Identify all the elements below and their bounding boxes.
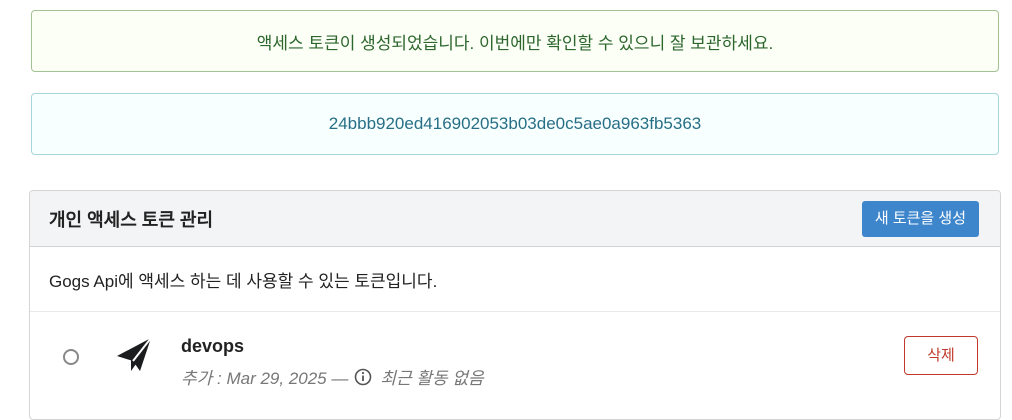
token-name: devops bbox=[181, 336, 245, 356]
success-message: 액세스 토큰이 생성되었습니다. 이번에만 확인할 수 있으니 잘 보관하세요. bbox=[31, 10, 999, 72]
panel-title: 개인 액세스 토큰 관리 bbox=[49, 209, 214, 230]
token-last-activity: 최근 활동 없음 bbox=[380, 369, 484, 388]
token-panel: 개인 액세스 토큰 관리 새 토큰을 생성 Gogs Api에 액세스 하는 데… bbox=[29, 190, 1001, 420]
panel-description: Gogs Api에 액세스 하는 데 사용할 수 있는 토큰입니다. bbox=[30, 247, 1000, 312]
success-message-text: 액세스 토큰이 생성되었습니다. 이번에만 확인할 수 있으니 잘 보관하세요. bbox=[256, 33, 774, 53]
token-value-text[interactable]: 24bbb920ed416902053b03de0c5ae0a963fb5363 bbox=[329, 114, 702, 134]
info-circle-icon bbox=[355, 368, 372, 385]
token-status-indicator bbox=[63, 349, 79, 365]
token-added-date: 추가 : Mar 29, 2025 — bbox=[181, 369, 349, 388]
panel-description-text: Gogs Api에 액세스 하는 데 사용할 수 있는 토큰입니다. bbox=[49, 271, 438, 291]
new-token-button[interactable]: 새 토큰을 생성 bbox=[861, 200, 979, 237]
delete-token-button[interactable]: 삭제 bbox=[904, 336, 978, 375]
token-meta: 추가 : Mar 29, 2025 — 최근 활동 없음 bbox=[181, 364, 484, 389]
token-row: devops 추가 : Mar 29, 2025 — 최근 활동 없음 삭제 bbox=[30, 312, 1000, 419]
paper-plane-icon bbox=[117, 337, 152, 371]
panel-header: 개인 액세스 토큰 관리 새 토큰을 생성 bbox=[30, 191, 1000, 247]
token-value-box: 24bbb920ed416902053b03de0c5ae0a963fb5363 bbox=[31, 93, 999, 155]
